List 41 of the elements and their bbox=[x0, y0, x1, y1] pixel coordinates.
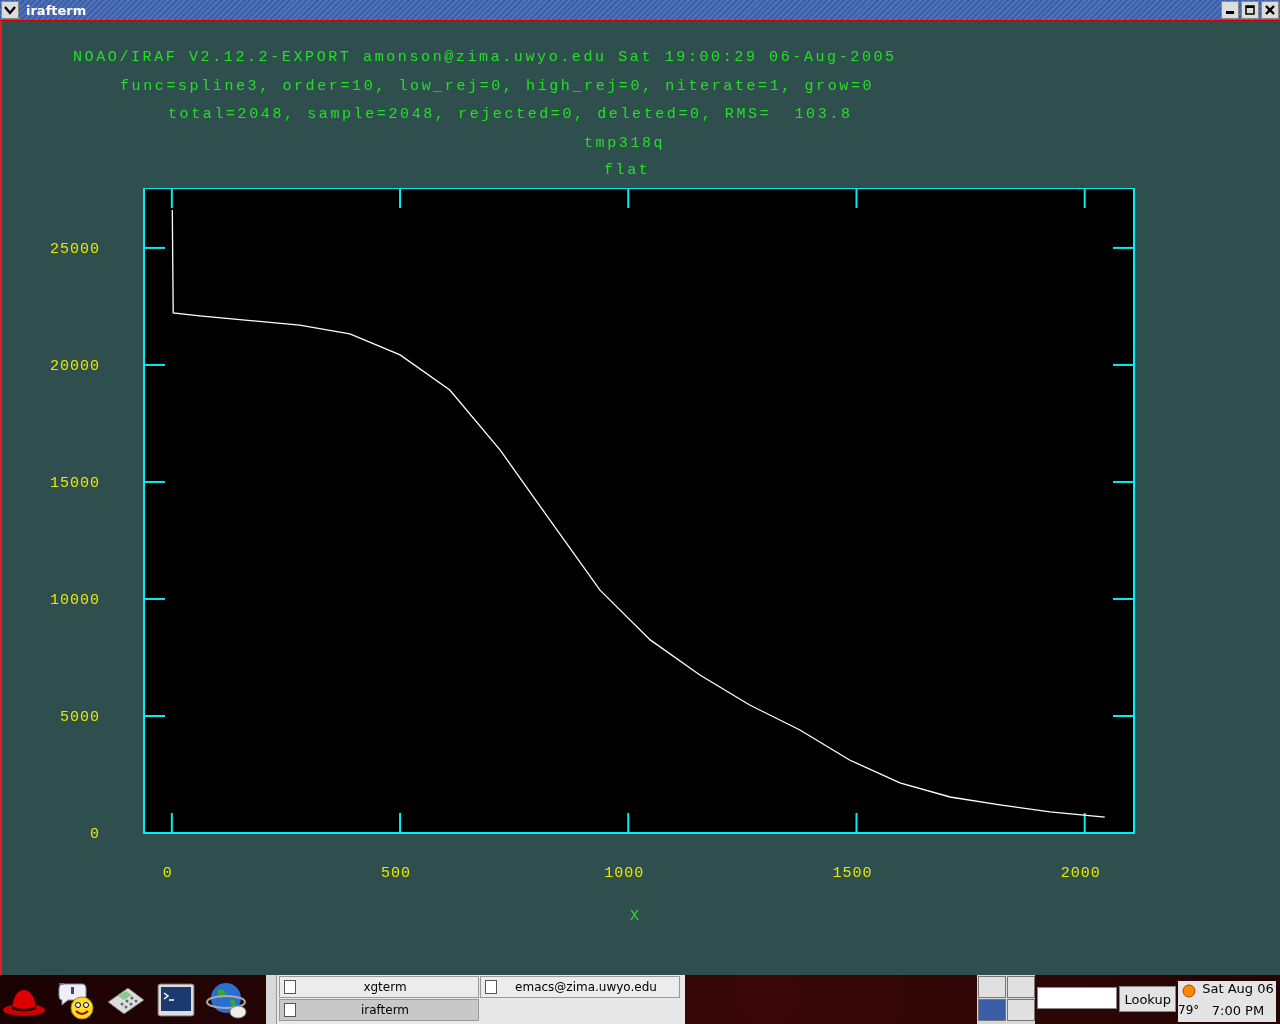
taskbar-handle[interactable] bbox=[266, 975, 277, 1024]
window-title: irafterm bbox=[26, 2, 88, 18]
x-tick-label: 1500 bbox=[832, 865, 873, 882]
chevron-down-icon bbox=[4, 5, 16, 15]
y-tick-label: 20000 bbox=[50, 357, 100, 375]
close-icon bbox=[1265, 5, 1275, 15]
x-tick-label: 1000 bbox=[604, 865, 645, 882]
lookup-field[interactable] bbox=[1037, 987, 1118, 1009]
document-icon bbox=[284, 980, 296, 994]
window-menu-button[interactable] bbox=[1, 1, 19, 19]
minimize-button[interactable] bbox=[1221, 1, 1239, 19]
y-tick-label: 25000 bbox=[50, 240, 100, 258]
clock-time: 7:00 PM bbox=[1210, 1002, 1266, 1020]
taskbar-window-button[interactable]: emacs@zima.uwyo.edu bbox=[480, 976, 680, 998]
clock-date: Sat Aug 06 bbox=[1201, 981, 1275, 998]
x-tick-label: 2000 bbox=[1060, 865, 1101, 882]
x-axis-label: X bbox=[630, 908, 640, 925]
y-tick-label: 15000 bbox=[50, 474, 100, 492]
x-tick-label: 0 bbox=[162, 865, 173, 882]
terminal-icon[interactable] bbox=[156, 980, 196, 1019]
maximize-button[interactable] bbox=[1241, 1, 1259, 19]
header-text: func=spline3, order=10, low_rej=0, high_rej=0, niterate=1, grow=0 bbox=[120, 76, 875, 97]
sun-icon bbox=[1182, 984, 1196, 998]
header-text: total=2048, sample=2048, rejected=0, deleted=0, RMS= 103.8 bbox=[168, 105, 853, 125]
document-icon bbox=[485, 980, 497, 994]
workspace[interactable] bbox=[1007, 976, 1036, 998]
header-text: NOAO/IRAF V2.12.2-EXPORT amonson@zima.uwyo.edu Sat 19:00:29 06-Aug-2005 bbox=[73, 48, 897, 68]
y-tick-label: 0 bbox=[90, 826, 100, 843]
y-tick-label: 5000 bbox=[60, 709, 100, 726]
taskbar-window-button[interactable]: irafterm bbox=[279, 999, 479, 1021]
x-tick-label: 500 bbox=[381, 865, 412, 882]
y-tick-label: 10000 bbox=[50, 591, 100, 609]
workspace[interactable] bbox=[1007, 999, 1036, 1021]
chart-title: flat bbox=[604, 161, 651, 181]
maximize-icon bbox=[1245, 5, 1255, 15]
temperature: 79° bbox=[1178, 1002, 1200, 1019]
taskbar-window-button[interactable]: xgterm bbox=[279, 976, 479, 998]
lookup-button[interactable]: Lookup bbox=[1119, 986, 1176, 1012]
close-button[interactable] bbox=[1261, 1, 1279, 19]
header-text: tmp318q bbox=[584, 133, 666, 154]
document-icon bbox=[284, 1003, 296, 1017]
